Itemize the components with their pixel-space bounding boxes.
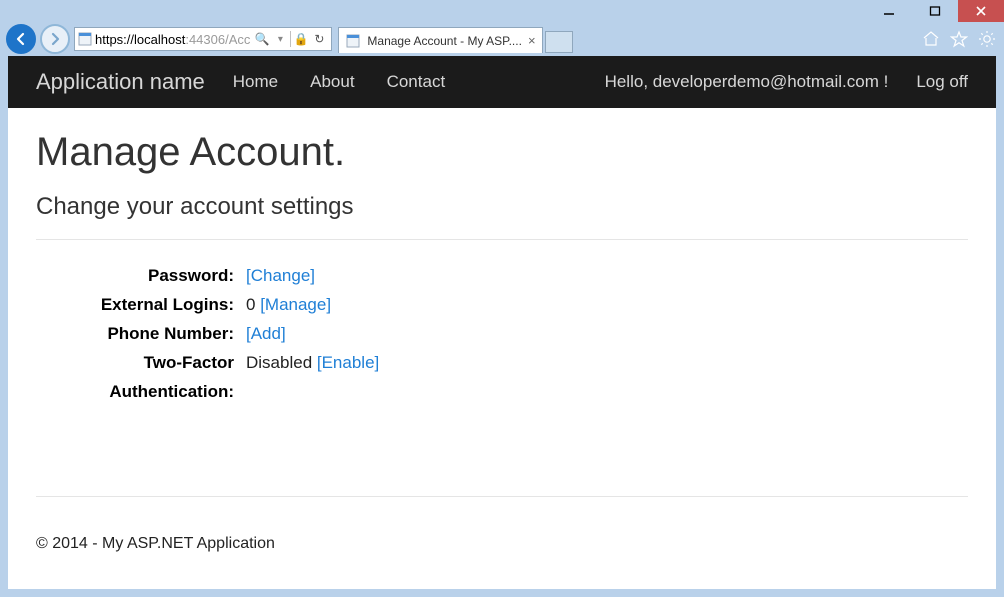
enable-two-factor-link[interactable]: [Enable] [317, 353, 379, 372]
user-area: Hello, developerdemo@hotmail.com ! Log o… [605, 72, 968, 92]
refresh-icon[interactable]: ↻ [311, 31, 327, 47]
url-host: localhost [134, 32, 185, 47]
nav-forward-button[interactable] [40, 24, 70, 54]
settings-list: Password: [Change] External Logins: 0 [M… [36, 262, 968, 406]
label-password: Password: [36, 262, 246, 291]
window-maximize-button[interactable] [912, 0, 958, 22]
url-protocol: https:// [95, 32, 134, 47]
manage-external-logins-link[interactable]: [Manage] [260, 295, 331, 314]
row-phone: Phone Number: [Add] [36, 320, 968, 349]
tools-icon[interactable] [978, 30, 996, 48]
lock-icon[interactable]: 🔒 [293, 31, 309, 47]
label-phone: Phone Number: [36, 320, 246, 349]
two-factor-status: Disabled [246, 353, 317, 372]
url-text: https://localhost:44306/Acc [95, 32, 250, 47]
separator [290, 31, 291, 47]
page-subtitle: Change your account settings [36, 193, 968, 221]
nav-about-link[interactable]: About [310, 72, 354, 92]
tab-favicon [345, 33, 361, 49]
nav-contact-link[interactable]: Contact [387, 72, 446, 92]
change-password-link[interactable]: [Change] [246, 266, 315, 285]
page-title: Manage Account. [36, 130, 968, 175]
browser-menu-icons [922, 30, 996, 48]
user-greeting-link[interactable]: Hello, developerdemo@hotmail.com ! [605, 72, 889, 92]
dropdown-icon[interactable]: ▾ [272, 31, 288, 47]
window-titlebar [0, 0, 1004, 22]
favorites-icon[interactable] [950, 30, 968, 48]
footer-divider [36, 496, 968, 497]
browser-toolbar: https://localhost:44306/Acc 🔍 ▾ 🔒 ↻ Mana… [0, 22, 1004, 56]
tab-close-button[interactable]: × [528, 33, 536, 48]
page-content: Application name Home About Contact Hell… [8, 56, 996, 589]
tab-title: Manage Account - My ASP.... [367, 34, 522, 48]
search-icon[interactable]: 🔍 [254, 31, 270, 47]
external-logins-count: 0 [246, 295, 260, 314]
tab-strip: Manage Account - My ASP.... × [338, 25, 572, 53]
site-navbar: Application name Home About Contact Hell… [8, 56, 996, 108]
label-two-factor: Two-Factor Authentication: [36, 349, 246, 407]
row-two-factor: Two-Factor Authentication: Disabled [Ena… [36, 349, 968, 407]
nav-home-link[interactable]: Home [233, 72, 278, 92]
footer-text: © 2014 - My ASP.NET Application [8, 535, 996, 573]
browser-tab[interactable]: Manage Account - My ASP.... × [338, 27, 542, 53]
window-minimize-button[interactable] [866, 0, 912, 22]
window-close-button[interactable] [958, 0, 1004, 22]
main-container: Manage Account. Change your account sett… [8, 108, 996, 535]
add-phone-link[interactable]: [Add] [246, 324, 286, 343]
logoff-link[interactable]: Log off [916, 72, 968, 92]
site-favicon [75, 32, 95, 46]
url-path: /Acc [225, 32, 250, 47]
row-external-logins: External Logins: 0 [Manage] [36, 291, 968, 320]
nav-links: Home About Contact [233, 72, 445, 92]
url-port: :44306 [185, 32, 225, 47]
brand-link[interactable]: Application name [36, 69, 205, 95]
nav-back-button[interactable] [6, 24, 36, 54]
row-password: Password: [Change] [36, 262, 968, 291]
label-external-logins: External Logins: [36, 291, 246, 320]
home-icon[interactable] [922, 30, 940, 48]
new-tab-button[interactable] [545, 31, 573, 53]
viewport: Application name Home About Contact Hell… [0, 56, 1004, 597]
address-bar[interactable]: https://localhost:44306/Acc 🔍 ▾ 🔒 ↻ [74, 27, 332, 51]
divider [36, 239, 968, 240]
